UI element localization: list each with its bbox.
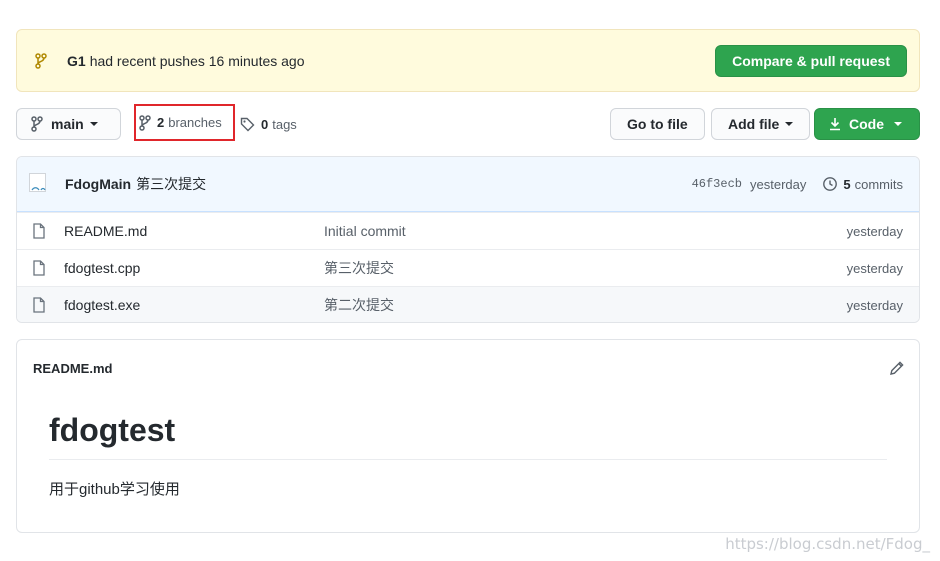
- readme-filename: README.md: [33, 360, 113, 376]
- banner-text: had recent pushes 16 minutes ago: [89, 52, 305, 69]
- chevron-down-icon: [89, 122, 98, 126]
- repo-toolbar: main 2 branches 0 tags Go to file Add fi…: [16, 104, 920, 141]
- readme-text: 用于github学习使用: [49, 481, 180, 498]
- banner-branch-link[interactable]: G1: [67, 53, 86, 69]
- tags-count: 0: [261, 116, 269, 132]
- commit-author[interactable]: FdogMain: [65, 176, 131, 192]
- file-name[interactable]: fdogtest.cpp: [64, 260, 324, 276]
- watermark: https://blog.csdn.net/Fdog_: [725, 535, 930, 553]
- branch-icon: [31, 116, 43, 132]
- download-icon: [830, 118, 840, 131]
- code-button[interactable]: Code: [814, 108, 920, 140]
- commits-link[interactable]: 5 commits: [822, 176, 903, 192]
- chevron-down-icon: [785, 122, 794, 126]
- readme-header: README.md: [17, 340, 919, 396]
- file-list: FdogMain 第三次提交 46f3ecb yesterday 5 commi…: [16, 156, 920, 323]
- tags-link[interactable]: 0 tags: [240, 108, 297, 140]
- recent-push-banner: G1 had recent pushes 16 minutes ago Compa…: [16, 29, 920, 92]
- chevron-down-icon: [894, 122, 902, 126]
- file-commit-message[interactable]: 第二次提交: [324, 295, 847, 315]
- file-icon: [33, 223, 47, 239]
- latest-commit-bar: FdogMain 第三次提交 46f3ecb yesterday 5 commi…: [17, 157, 919, 212]
- branch-icon: [35, 52, 49, 69]
- commit-message[interactable]: 第三次提交: [136, 174, 691, 194]
- readme-title: fdogtest: [49, 412, 887, 460]
- file-row[interactable]: README.md Initial commit yesterday: [17, 212, 919, 249]
- file-date: yesterday: [846, 260, 903, 276]
- file-icon: [33, 297, 47, 313]
- tag-icon: [240, 117, 255, 131]
- add-file-button[interactable]: Add file: [711, 108, 811, 140]
- branches-link[interactable]: 2 branches: [134, 104, 235, 141]
- branch-name: main: [51, 116, 84, 132]
- branches-label: branches: [168, 115, 222, 130]
- file-icon: [33, 260, 47, 276]
- file-commit-message[interactable]: 第三次提交: [324, 258, 847, 278]
- commit-sha[interactable]: 46f3ecb: [692, 177, 742, 191]
- add-file-label: Add file: [728, 116, 780, 132]
- commits-count: 5: [843, 176, 851, 192]
- banner-message: G1 had recent pushes 16 minutes ago: [67, 53, 715, 69]
- avatar[interactable]: [29, 173, 49, 195]
- file-date: yesterday: [846, 297, 903, 313]
- readme-panel: README.md fdogtest 用于github学习使用: [16, 339, 920, 533]
- file-commit-message[interactable]: Initial commit: [324, 223, 847, 239]
- tags-label: tags: [272, 116, 297, 132]
- file-date: yesterday: [846, 223, 903, 239]
- file-row[interactable]: fdogtest.cpp 第三次提交 yesterday: [17, 249, 919, 286]
- readme-content: fdogtest 用于github学习使用: [17, 396, 919, 499]
- commits-label: commits: [854, 176, 903, 192]
- file-name[interactable]: fdogtest.exe: [64, 297, 324, 313]
- commit-time: yesterday: [750, 176, 807, 192]
- go-to-file-button[interactable]: Go to file: [610, 108, 705, 140]
- branch-icon: [139, 114, 151, 131]
- file-name[interactable]: README.md: [64, 223, 324, 239]
- file-row[interactable]: fdogtest.exe 第二次提交 yesterday: [17, 286, 919, 322]
- code-label: Code: [849, 116, 884, 132]
- compare-pull-request-button[interactable]: Compare & pull request: [715, 44, 907, 77]
- pencil-icon[interactable]: [889, 360, 905, 379]
- branches-count: 2: [157, 115, 165, 130]
- branch-select-button[interactable]: main: [16, 108, 121, 140]
- history-icon: [823, 177, 838, 191]
